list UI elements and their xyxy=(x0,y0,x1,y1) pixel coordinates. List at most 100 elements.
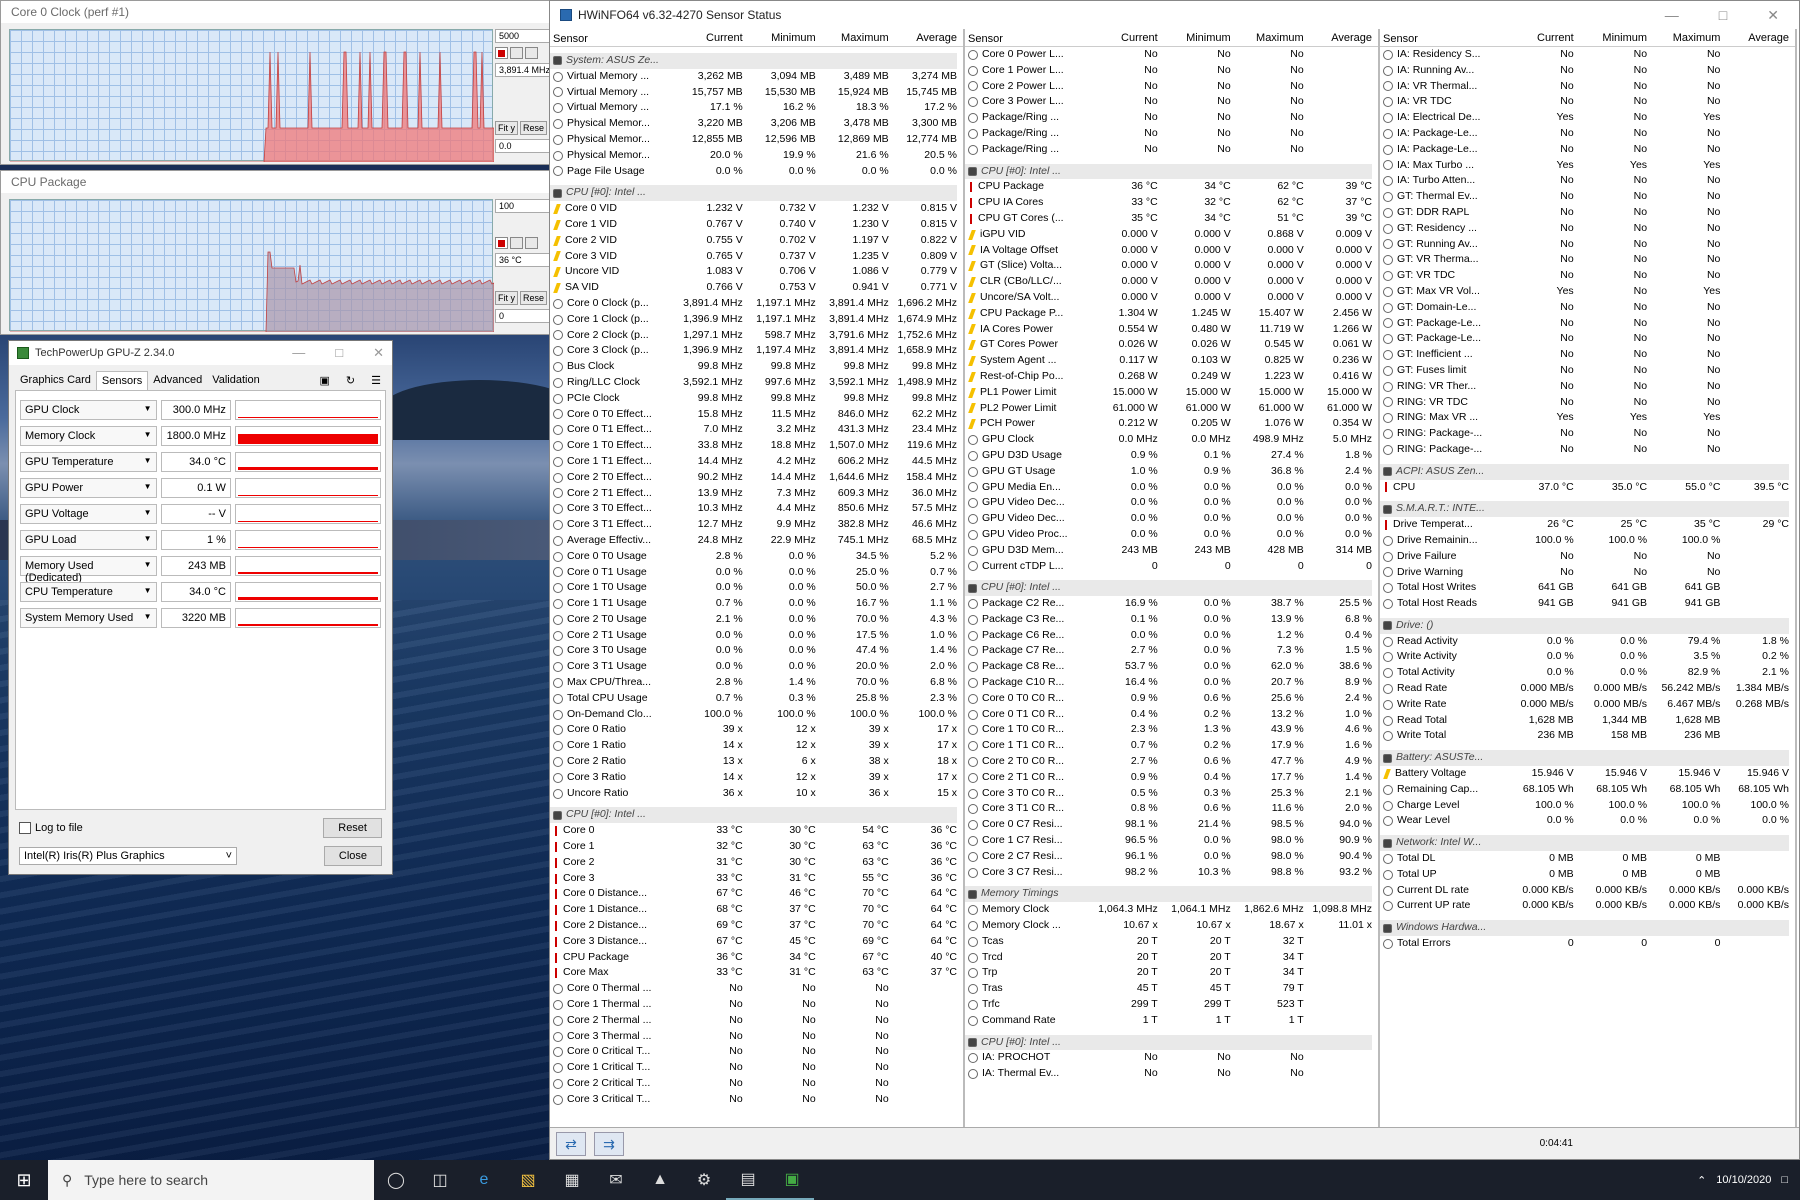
hwinfo-titlebar[interactable]: HWiNFO64 v6.32-4270 Sensor Status — □ ✕ xyxy=(550,1,1799,29)
sensor-row[interactable]: Total DL 0 MB 0 MB 0 MB xyxy=(1380,851,1795,867)
sensor-row[interactable]: GPU Video Proc... 0.0 % 0.0 % 0.0 % 0.0 % xyxy=(965,527,1378,543)
hwinfo-window[interactable]: HWiNFO64 v6.32-4270 Sensor Status — □ ✕ Se… xyxy=(549,0,1800,1160)
sensor-row[interactable]: Total Errors 0 0 0 xyxy=(1380,936,1795,952)
sensor-row[interactable]: IA: Electrical De... Yes No Yes xyxy=(1380,110,1795,126)
sensor-row[interactable]: Core 0 T1 Effect... 7.0 MHz 3.2 MHz 431.3 M… xyxy=(550,422,963,438)
sensor-row[interactable]: IA: Running Av... No No No xyxy=(1380,63,1795,79)
sensor-row[interactable]: GPU Video Dec... 0.0 % 0.0 % 0.0 % 0.0 % xyxy=(965,495,1378,511)
device-select[interactable]: Intel(R) Iris(R) Plus Graphics ˅ xyxy=(19,847,237,865)
sensor-row[interactable]: Write Total 236 MB 158 MB 236 MB xyxy=(1380,728,1795,744)
sensor-group-header[interactable]: CPU [#0]: Intel ... xyxy=(550,185,957,202)
color-swatch-button[interactable] xyxy=(495,47,508,59)
sensor-row[interactable]: Core 0 Distance... 67 °C 46 °C 70 °C 64 °C xyxy=(550,886,963,902)
sensor-name-dropdown[interactable]: GPU Power ▼ xyxy=(20,478,157,498)
sensor-group-header[interactable]: Network: Intel W... xyxy=(1380,835,1789,852)
sensor-row[interactable]: Core 3 T1 C0 R... 0.8 % 0.6 % 11.6 % 2.0 % xyxy=(965,801,1378,817)
sensor-group-header[interactable]: Windows Hardwa... xyxy=(1380,920,1789,937)
sensor-row[interactable]: Core 2 T1 Usage 0.0 % 0.0 % 17.5 % 1.0 % xyxy=(550,628,963,644)
sensor-row[interactable]: Read Rate 0.000 MB/s 0.000 MB/s 56.242 MB/s… xyxy=(1380,681,1795,697)
sensor-row[interactable]: IA Cores Power 0.554 W 0.480 W 11.719 W 1.26… xyxy=(965,322,1378,338)
sensor-row[interactable]: GPU Clock 0.0 MHz 0.0 MHz 498.9 MHz 5.0 MHz xyxy=(965,432,1378,448)
sensor-row[interactable]: Core 3 C7 Resi... 98.2 % 10.3 % 98.8 % 93.2 … xyxy=(965,865,1378,881)
sensor-row[interactable]: IA: Thermal Ev... No No No xyxy=(965,1066,1378,1082)
sensor-row[interactable]: IA: Residency S... No No No xyxy=(1380,47,1795,63)
sensor-row[interactable]: Core 1 C7 Resi... 96.5 % 0.0 % 98.0 % 90.9 % xyxy=(965,833,1378,849)
column-header-cell[interactable]: Minimum xyxy=(1580,32,1653,46)
reset-button[interactable]: Rese xyxy=(520,291,548,305)
notification-icon[interactable]: □ xyxy=(1781,1174,1788,1186)
sensor-row[interactable]: Core 0 T0 C0 R... 0.9 % 0.6 % 25.6 % 2.4 % xyxy=(965,691,1378,707)
sensor-row[interactable]: Core 3 Ratio 14 x 12 x 39 x 17 x xyxy=(550,770,963,786)
sensor-row[interactable]: GPU Video Dec... 0.0 % 0.0 % 0.0 % 0.0 % xyxy=(965,511,1378,527)
sensor-row[interactable]: IA Voltage Offset 0.000 V 0.000 V 0.000 V 0.… xyxy=(965,243,1378,259)
sensor-row[interactable]: Core 3 T0 Usage 0.0 % 0.0 % 47.4 % 1.4 % xyxy=(550,643,963,659)
sensor-row[interactable]: Max CPU/Threa... 2.8 % 1.4 % 70.0 % 6.8 % xyxy=(550,675,963,691)
log-to-file-checkbox[interactable]: Log to file xyxy=(19,822,83,835)
sensor-group-header[interactable]: Battery: ASUSTe... xyxy=(1380,750,1789,767)
sensor-row[interactable]: Core 3 VID 0.765 V 0.737 V 1.235 V 0.809 V xyxy=(550,249,963,265)
sensor-row[interactable]: Package C6 Re... 0.0 % 0.0 % 1.2 % 0.4 % xyxy=(965,628,1378,644)
graph-option-button[interactable] xyxy=(510,47,523,59)
sensor-row[interactable]: CPU GT Cores (... 35 °C 34 °C 51 °C 39 °C xyxy=(965,211,1378,227)
sensor-row[interactable]: GT: DDR RAPL No No No xyxy=(1380,205,1795,221)
sensor-row[interactable]: Trp 20 T 20 T 34 T xyxy=(965,965,1378,981)
sensor-row[interactable]: Physical Memor... 20.0 % 19.9 % 21.6 % 20.5 … xyxy=(550,148,963,164)
sensor-row[interactable]: Core 2 T1 Effect... 13.9 MHz 7.3 MHz 609.3 … xyxy=(550,486,963,502)
checkbox-icon[interactable] xyxy=(19,822,31,835)
chevron-up-icon[interactable]: ⌃ xyxy=(1697,1174,1706,1187)
sensor-row[interactable]: Core 1 T1 Effect... 14.4 MHz 4.2 MHz 606.2 … xyxy=(550,454,963,470)
sensor-group-header[interactable]: CPU [#0]: Intel ... xyxy=(965,163,1372,180)
graph-min-value[interactable]: 0.0 xyxy=(495,139,551,153)
minimize-icon[interactable]: — xyxy=(1665,7,1679,24)
sensor-row[interactable]: Core 3 T0 C0 R... 0.5 % 0.3 % 25.3 % 2.1 % xyxy=(965,786,1378,802)
graph-option-button[interactable] xyxy=(525,47,538,59)
sensor-row[interactable]: Core 1 Power L... No No No xyxy=(965,63,1378,79)
sensor-row[interactable]: Core 0 33 °C 30 °C 54 °C 36 °C xyxy=(550,823,963,839)
sensor-row[interactable]: Uncore VID 1.083 V 0.706 V 1.086 V 0.779 V xyxy=(550,264,963,280)
graph-option-button[interactable] xyxy=(525,237,538,249)
sensor-row[interactable]: Package C3 Re... 0.1 % 0.0 % 13.9 % 6.8 % xyxy=(965,612,1378,628)
tab-sensors[interactable]: Sensors xyxy=(95,371,149,390)
sensor-row[interactable]: SA VID 0.766 V 0.753 V 0.941 V 0.771 V xyxy=(550,280,963,296)
sensor-row[interactable]: Core 1 T1 C0 R... 0.7 % 0.2 % 17.9 % 1.6 % xyxy=(965,738,1378,754)
sensor-row[interactable]: RING: Max VR ... Yes Yes Yes xyxy=(1380,410,1795,426)
sensor-row[interactable]: GPU Media En... 0.0 % 0.0 % 0.0 % 0.0 % xyxy=(965,480,1378,496)
sensor-row[interactable]: PCIe Clock 99.8 MHz 99.8 MHz 99.8 MHz 99.8 M… xyxy=(550,391,963,407)
sensor-row[interactable]: Core 3 Critical T... No No No xyxy=(550,1092,963,1108)
sensor-row[interactable]: Core 2 C7 Resi... 96.1 % 0.0 % 98.0 % 90.4 % xyxy=(965,849,1378,865)
sensor-row[interactable]: GT Cores Power 0.026 W 0.026 W 0.545 W 0.061… xyxy=(965,337,1378,353)
sensor-group-header[interactable]: CPU [#0]: Intel ... xyxy=(965,1034,1372,1051)
settings-icon[interactable]: ⚙ xyxy=(682,1160,726,1200)
sensor-row[interactable]: Total Activity 0.0 % 0.0 % 82.9 % 2.1 % xyxy=(1380,665,1795,681)
fit-y-button[interactable]: Fit y xyxy=(495,291,518,305)
sensor-row[interactable]: Core 2 Clock (p... 1,297.1 MHz 598.7 MHz 3,… xyxy=(550,328,963,344)
sensor-row[interactable]: CPU 37.0 °C 35.0 °C 55.0 °C 39.5 °C xyxy=(1380,480,1795,496)
sensor-row[interactable]: Core 1 Ratio 14 x 12 x 39 x 17 x xyxy=(550,738,963,754)
column-header-cell[interactable]: Average xyxy=(1310,32,1378,46)
sensor-row[interactable]: Core 1 Distance... 68 °C 37 °C 70 °C 64 °C xyxy=(550,902,963,918)
sensor-row[interactable]: Core 1 T0 Usage 0.0 % 0.0 % 50.0 % 2.7 % xyxy=(550,580,963,596)
sensor-row[interactable]: On-Demand Clo... 100.0 % 100.0 % 100.0 % 100… xyxy=(550,707,963,723)
sensor-row[interactable]: Core 3 T1 Effect... 12.7 MHz 9.9 MHz 382.8 … xyxy=(550,517,963,533)
sensor-row[interactable]: Physical Memor... 12,855 MB 12,596 MB 12,86… xyxy=(550,132,963,148)
close-icon[interactable]: ✕ xyxy=(1767,7,1779,24)
sensor-row[interactable]: IA: VR Thermal... No No No xyxy=(1380,79,1795,95)
sensor-group-header[interactable]: Memory Timings xyxy=(965,886,1372,903)
sensor-row[interactable]: Core 0 Ratio 39 x 12 x 39 x 17 x xyxy=(550,722,963,738)
sensor-row[interactable]: Current UP rate 0.000 KB/s 0.000 KB/s 0.000… xyxy=(1380,898,1795,914)
hwinfo-taskbar-icon[interactable]: ▤ xyxy=(726,1160,770,1200)
sensor-row[interactable]: Core 2 T0 Usage 2.1 % 0.0 % 70.0 % 4.3 % xyxy=(550,612,963,628)
sensor-row[interactable]: RING: VR TDC No No No xyxy=(1380,395,1795,411)
sensor-row[interactable]: Package C7 Re... 2.7 % 0.0 % 7.3 % 1.5 % xyxy=(965,643,1378,659)
sensor-row[interactable]: Core 0 Power L... No No No xyxy=(965,47,1378,63)
sensor-row[interactable]: PL1 Power Limit 15.000 W 15.000 W 15.000 W 1… xyxy=(965,385,1378,401)
clock[interactable]: 10/10/2020 xyxy=(1716,1173,1771,1187)
sensor-name-dropdown[interactable]: GPU Load ▼ xyxy=(20,530,157,550)
sensor-row[interactable]: RING: Package-... No No No xyxy=(1380,426,1795,442)
tab-advanced[interactable]: Advanced xyxy=(148,371,207,390)
sensor-row[interactable]: Drive Failure No No No xyxy=(1380,549,1795,565)
sensor-row[interactable]: Tras 45 T 45 T 79 T xyxy=(965,981,1378,997)
sensor-row[interactable]: Core 1 Thermal ... No No No xyxy=(550,997,963,1013)
close-button[interactable]: Close xyxy=(323,846,382,866)
sensor-row[interactable]: Core 1 T0 C0 R... 2.3 % 1.3 % 43.9 % 4.6 % xyxy=(965,722,1378,738)
